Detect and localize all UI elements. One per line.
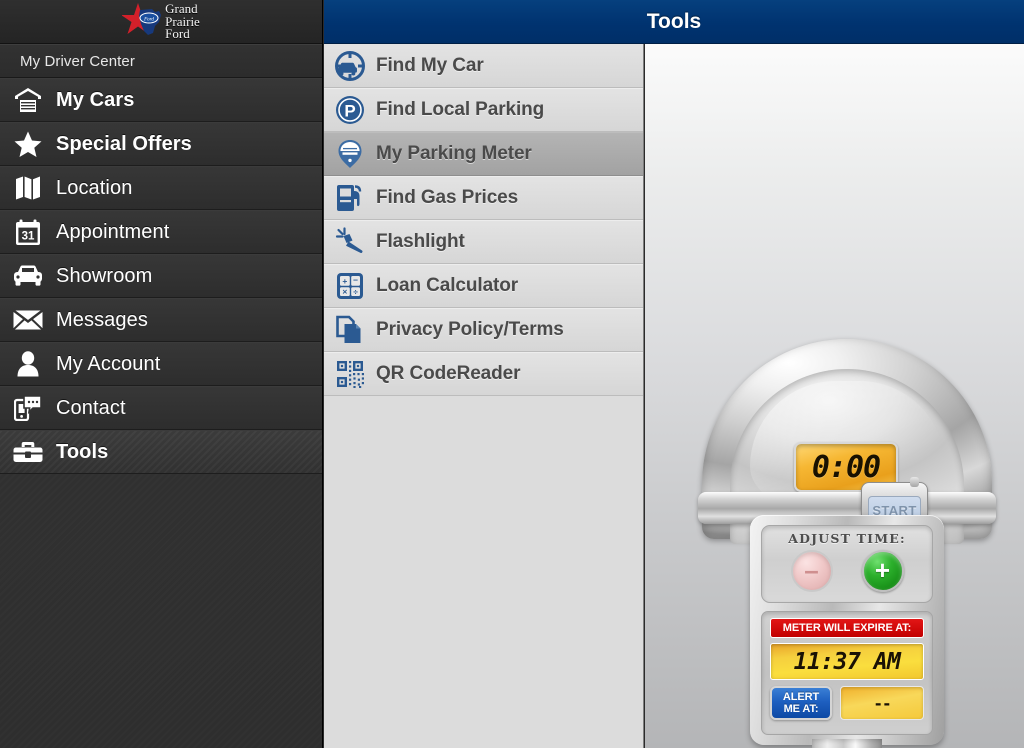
alert-row: ALERT ME AT: -- — [770, 686, 924, 720]
tool-item-label: Flashlight — [376, 231, 465, 252]
expire-time-value: 11:37 AM — [793, 648, 901, 675]
tool-item-find-gas-prices[interactable]: Find Gas Prices — [324, 176, 643, 220]
sidebar-item-label: Contact — [56, 396, 126, 419]
expire-time-display: 11:37 AM — [770, 643, 924, 680]
sidebar-item-location[interactable]: Location — [0, 166, 322, 210]
sidebar-item-label: Appointment — [56, 220, 170, 243]
sidebar-item-showroom[interactable]: Showroom — [0, 254, 322, 298]
parking-p-icon: P — [324, 88, 376, 132]
sidebar-item-label: My Account — [56, 352, 161, 375]
alert-time-display[interactable]: -- — [840, 686, 924, 720]
calendar-31-icon: 31 — [0, 210, 56, 254]
sidebar-item-messages[interactable]: Messages — [0, 298, 322, 342]
tool-item-label: Find Local Parking — [376, 99, 545, 120]
meter-pole — [812, 739, 882, 748]
tool-item-find-my-car[interactable]: Find My Car — [324, 44, 643, 88]
sidebar-item-my-account[interactable]: My Account — [0, 342, 322, 386]
expire-banner-label: METER WILL EXPIRE AT: — [782, 622, 912, 634]
texas-star-ford-logo-icon: Ford — [121, 2, 168, 42]
increase-time-button[interactable]: + — [861, 550, 904, 592]
calculator-icon: + − × ÷ — [324, 264, 376, 308]
decrease-time-button[interactable]: – — [790, 550, 833, 592]
map-icon — [0, 166, 56, 210]
parking-meter-icon — [324, 132, 376, 176]
gas-pump-icon — [324, 176, 376, 220]
sidebar-item-contact[interactable]: Contact — [0, 386, 322, 430]
alert-time-value: -- — [873, 693, 891, 713]
meter-body: ADJUST TIME: – + METER WILL EXPIRE AT: 1… — [750, 515, 944, 745]
toolbox-icon — [0, 430, 56, 474]
page-title: Tools — [646, 9, 702, 33]
meter-start-nub — [910, 477, 919, 487]
tool-item-label: Find Gas Prices — [376, 187, 519, 208]
alert-label-line1: ALERT — [782, 691, 820, 703]
page-header: Tools — [324, 0, 1024, 44]
tool-item-flashlight[interactable]: Flashlight — [324, 220, 643, 264]
expire-banner: METER WILL EXPIRE AT: — [770, 618, 924, 638]
tool-item-qr-code-reader[interactable]: QR CodeReader — [324, 352, 643, 396]
svg-text:×: × — [342, 287, 347, 297]
car-locate-icon — [324, 44, 376, 88]
svg-text:÷: ÷ — [353, 287, 358, 297]
sidebar-item-my-cars[interactable]: My Cars — [0, 78, 322, 122]
sidebar-item-label: My Cars — [56, 88, 135, 111]
alert-me-at-button[interactable]: ALERT ME AT: — [770, 686, 832, 720]
tool-item-label: Find My Car — [376, 54, 484, 76]
tool-item-loan-calculator[interactable]: + − × ÷ Loan Calculator — [324, 264, 643, 308]
left-sidebar: Ford Grand Prairie Ford My Driver Center — [0, 0, 323, 748]
svg-text:P: P — [344, 102, 355, 121]
flashlight-icon — [324, 220, 376, 264]
brand-logo-text: Grand Prairie Ford — [165, 2, 200, 41]
adjust-time-label: ADJUST TIME: — [788, 531, 906, 546]
garage-icon — [0, 78, 56, 122]
brand-logo-line3: Ford — [165, 26, 190, 42]
sidebar-item-label: Tools — [56, 440, 109, 463]
tool-item-my-parking-meter[interactable]: My Parking Meter — [324, 132, 643, 176]
brand-logo: Ford Grand Prairie Ford — [121, 2, 200, 42]
tool-item-label: Privacy Policy/Terms — [376, 319, 564, 340]
sidebar-item-special-offers[interactable]: Special Offers — [0, 122, 322, 166]
sidebar-item-label: Special Offers — [56, 132, 192, 155]
brand-logo-bar[interactable]: Ford Grand Prairie Ford — [0, 0, 322, 44]
envelope-icon — [0, 298, 56, 342]
svg-text:Ford: Ford — [143, 17, 154, 22]
meter-timer-value: 0:00 — [811, 449, 881, 485]
star-icon — [0, 122, 56, 166]
sidebar-item-label: Location — [56, 176, 133, 199]
tool-item-label: Loan Calculator — [376, 275, 519, 296]
sidebar-item-tools[interactable]: Tools — [0, 430, 322, 474]
tool-item-privacy-policy-terms[interactable]: Privacy Policy/Terms — [324, 308, 643, 352]
qr-code-icon — [324, 352, 376, 396]
person-icon — [0, 342, 56, 386]
svg-text:31: 31 — [22, 230, 35, 242]
tool-item-label: My Parking Meter — [376, 143, 532, 164]
plus-icon: + — [874, 554, 891, 585]
sidebar-item-label: Messages — [56, 308, 148, 331]
car-front-icon — [0, 254, 56, 298]
phone-chat-icon — [0, 386, 56, 430]
parking-meter-graphic: 0:00 START ADJUST TIME: – + METER WILL E… — [698, 339, 996, 748]
sidebar-item-appointment[interactable]: 31 Appointment — [0, 210, 322, 254]
svg-text:+: + — [342, 276, 347, 286]
tools-list-panel: Find My Car P Find Local Parking My Park… — [324, 44, 644, 748]
my-driver-center-label: My Driver Center — [0, 44, 322, 78]
sidebar-item-label: Showroom — [56, 264, 153, 287]
app-root: Ford Grand Prairie Ford My Driver Center — [0, 0, 1024, 748]
tool-item-find-local-parking[interactable]: P Find Local Parking — [324, 88, 643, 132]
minus-icon: – — [804, 554, 819, 585]
parking-meter-panel: 0:00 START ADJUST TIME: – + METER WILL E… — [645, 44, 1024, 748]
alert-label-line2: ME AT: — [783, 703, 819, 715]
svg-text:−: − — [353, 275, 358, 285]
expire-panel: METER WILL EXPIRE AT: 11:37 AM ALERT ME … — [761, 611, 933, 735]
adjust-time-panel: ADJUST TIME: – + — [761, 525, 933, 603]
documents-icon — [324, 308, 376, 352]
adjust-time-buttons: – + — [762, 550, 932, 592]
tool-item-label: QR CodeReader — [376, 363, 521, 384]
